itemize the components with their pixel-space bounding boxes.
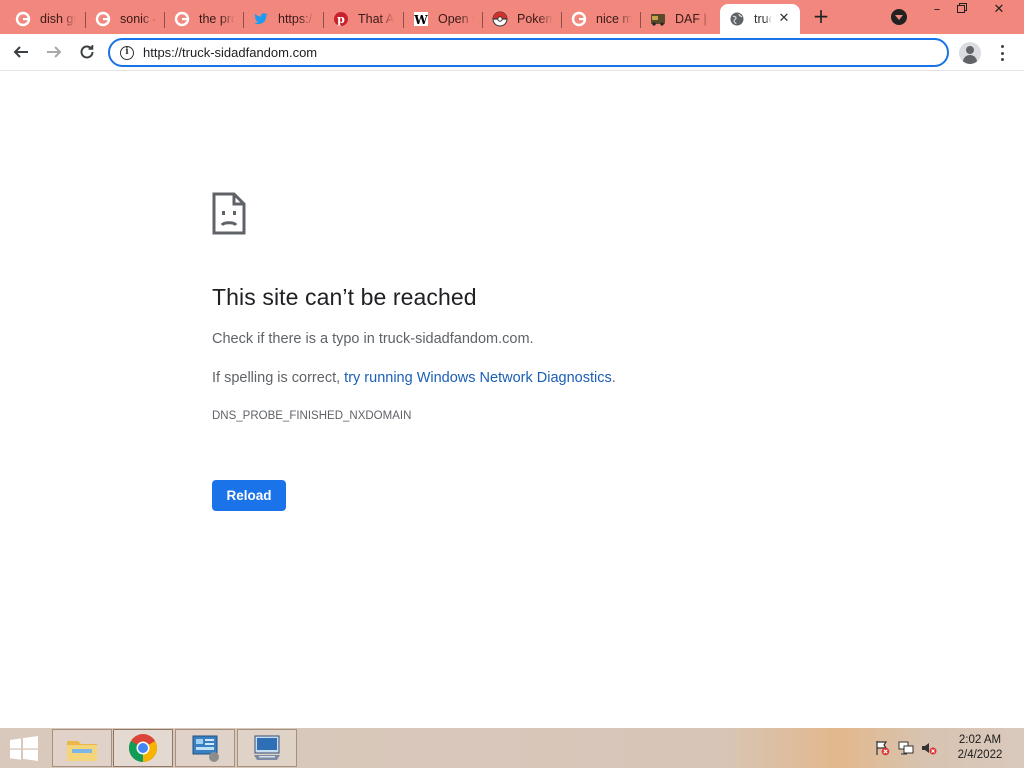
- google-icon: [15, 11, 31, 27]
- tab-title: the pro: [199, 12, 235, 26]
- tab-title: dish gu: [40, 12, 76, 26]
- tab-title: https:/: [278, 12, 313, 26]
- action-center-flag-icon[interactable]: [874, 740, 890, 756]
- back-button[interactable]: [10, 41, 32, 63]
- chrome-taskbar-button[interactable]: [113, 729, 173, 767]
- tab-search-icon[interactable]: [891, 9, 907, 25]
- tab-truck-active[interactable]: truc ✕: [720, 4, 800, 34]
- restore-icon[interactable]: [954, 2, 970, 18]
- error-headline: This site can’t be reached: [212, 284, 477, 310]
- tab-pokemon[interactable]: Pokem: [483, 4, 562, 34]
- sad-document-icon: [212, 192, 246, 235]
- network-diagnostics-link[interactable]: try running Windows Network Diagnostics: [344, 370, 612, 386]
- refresh-icon: [80, 45, 94, 59]
- control-panel-icon: [192, 735, 219, 762]
- reload-button[interactable]: Reload: [212, 480, 286, 511]
- tab-title: nice m: [596, 12, 632, 26]
- page-content: This site can’t be reached Check if ther…: [0, 71, 1024, 728]
- volume-muted-icon[interactable]: [921, 740, 937, 756]
- windows-start-icon[interactable]: [9, 736, 39, 761]
- site-info-icon[interactable]: i: [120, 45, 134, 60]
- file-explorer-icon: [67, 741, 97, 761]
- tab-title: sonic 4: [120, 12, 156, 26]
- tab-title: DAF | T: [675, 12, 711, 26]
- profile-avatar-icon[interactable]: [959, 42, 981, 64]
- pokeball-icon: [492, 11, 508, 27]
- error-code: DNS_PROBE_FINISHED_NXDOMAIN: [212, 410, 412, 422]
- network-icon[interactable]: [898, 740, 914, 756]
- control-panel-taskbar-button[interactable]: [175, 729, 235, 767]
- chrome-icon: [129, 734, 157, 762]
- diagnostics-hint: If spelling is correct, try running Wind…: [212, 370, 616, 386]
- clock-date: 2/4/2022: [957, 749, 1003, 761]
- tab-strip: dish gu sonic 4 the pro https:/ p That A…: [0, 0, 1024, 34]
- close-window-icon[interactable]: ✕: [991, 2, 1007, 18]
- google-icon: [95, 11, 111, 27]
- tab-twitter[interactable]: https:/: [244, 4, 324, 34]
- pinterest-icon: p: [333, 11, 349, 27]
- tab-dish[interactable]: dish gu: [6, 4, 86, 34]
- tab-title: That A: [358, 12, 394, 26]
- google-icon: [174, 11, 190, 27]
- browser-toolbar: i https://truck-sidadfandom.com: [0, 34, 1024, 71]
- windows-taskbar: 2:02 AM 2/4/2022: [0, 728, 1024, 768]
- arrow-right-icon: [47, 46, 62, 58]
- svg-text:p: p: [337, 13, 345, 26]
- kebab-menu-icon[interactable]: [998, 44, 1006, 62]
- tab-the-pro[interactable]: the pro: [165, 4, 244, 34]
- truck-favicon-icon: [650, 11, 666, 27]
- svg-text:W: W: [413, 13, 428, 27]
- globe-icon: [729, 11, 745, 27]
- tab-title: Pokem: [517, 12, 553, 26]
- remote-desktop-taskbar-button[interactable]: [237, 729, 297, 767]
- arrow-left-icon: [13, 46, 28, 58]
- tab-title: truc: [754, 12, 772, 26]
- tab-pinterest[interactable]: p That A: [324, 4, 404, 34]
- reload-toolbar-button[interactable]: [76, 41, 98, 63]
- address-bar[interactable]: i https://truck-sidadfandom.com: [108, 38, 949, 67]
- typo-hint: Check if there is a typo in truck-sidadf…: [212, 331, 534, 347]
- diagnostics-prefix: If spelling is correct,: [212, 370, 345, 386]
- minimize-icon[interactable]: –: [929, 2, 945, 18]
- url-text[interactable]: https://truck-sidadfandom.com: [143, 45, 317, 60]
- clock-time: 2:02 AM: [958, 734, 1002, 746]
- forward-button[interactable]: [43, 41, 65, 63]
- file-explorer-taskbar-button[interactable]: [52, 729, 112, 767]
- remote-desktop-icon: [254, 735, 280, 760]
- twitter-icon: [253, 11, 269, 27]
- tab-sonic[interactable]: sonic 4: [86, 4, 165, 34]
- system-clock[interactable]: 2:02 AM 2/4/2022: [948, 733, 1012, 763]
- new-tab-button[interactable]: +: [811, 6, 831, 26]
- google-icon: [571, 11, 587, 27]
- close-tab-icon[interactable]: ✕: [776, 11, 792, 27]
- tab-title: Open C: [438, 12, 474, 26]
- wikipedia-icon: W: [413, 11, 429, 27]
- tab-nice[interactable]: nice m: [562, 4, 641, 34]
- diagnostics-suffix: .: [611, 370, 616, 386]
- tab-daf[interactable]: DAF | T: [641, 4, 719, 34]
- tab-open[interactable]: W Open C: [404, 4, 483, 34]
